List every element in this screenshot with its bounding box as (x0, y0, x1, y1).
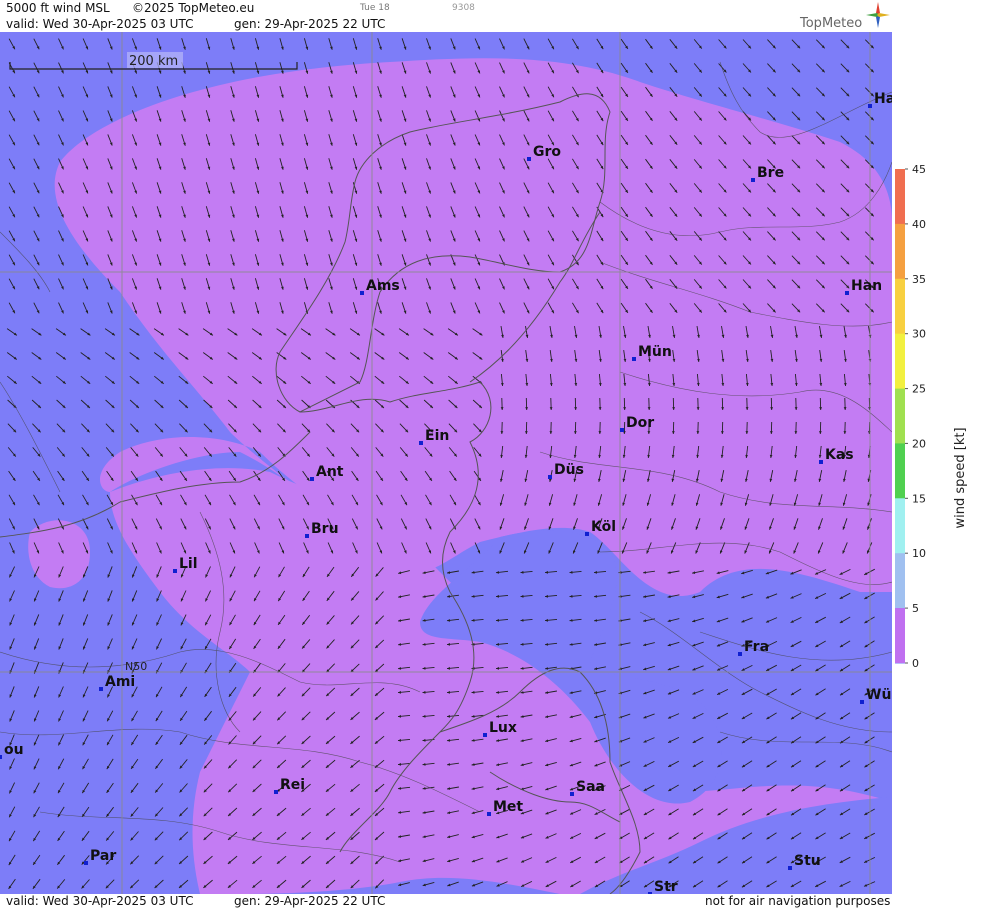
compass-logo-icon (866, 2, 890, 28)
legend-color-bands (895, 169, 905, 664)
legend-color-band (895, 389, 905, 444)
legend-tick-label: 5 (912, 602, 919, 615)
legend-title: wind speed [kt] (953, 427, 968, 528)
city-marker (548, 475, 552, 479)
city-marker (173, 569, 177, 573)
city-marker (788, 866, 792, 870)
city-marker (99, 687, 103, 691)
legend-color-band (895, 608, 905, 663)
city-label: Lux (489, 720, 517, 736)
legend-tick-label: 40 (912, 218, 926, 231)
city-marker (483, 733, 487, 737)
map-header: 5000 ft wind MSL ©2025 TopMeteo.eu Tue 1… (0, 0, 892, 32)
city-label: Gro (533, 144, 561, 160)
city-marker (310, 477, 314, 481)
city-marker (274, 790, 278, 794)
legend-color-band (895, 443, 905, 498)
wind-speed-legend: 45 40 35 30 25 20 15 10 5 0 wind speed [kt] (892, 0, 983, 909)
legend-tick-labels: 45 40 35 30 25 20 15 10 5 0 (905, 163, 926, 670)
footer-valid-time: valid: Wed 30-Apr-2025 03 UTC (6, 894, 193, 908)
city-label: Ant (316, 464, 344, 480)
city-label: Par (90, 848, 116, 864)
city-marker (868, 104, 872, 108)
city-label: Köl (591, 519, 616, 535)
city-marker (819, 460, 823, 464)
city-marker (84, 861, 88, 865)
generated-time: gen: 29-Apr-2025 22 UTC (234, 17, 385, 31)
city-label: ou (4, 742, 24, 758)
city-label: Wü (866, 687, 891, 703)
city-marker (570, 792, 574, 796)
city-marker (585, 532, 589, 536)
city-marker (527, 157, 531, 161)
city-label: Lil (179, 556, 198, 572)
wind-map: 200 km N50 Ha Gro Bre Ams Han Mün Ein Dor Ant Düs… (0, 32, 892, 894)
scale-bar-label: 200 km (129, 54, 178, 69)
legend-tick-label: 25 (912, 383, 926, 396)
legend-tick-label: 30 (912, 328, 926, 341)
city-label: Ha (874, 91, 892, 107)
city-label: Han (851, 278, 882, 294)
product-title: 5000 ft wind MSL (6, 1, 110, 15)
legend-color-band (895, 498, 905, 553)
city-label: Met (493, 799, 523, 815)
city-label: Ein (425, 428, 449, 444)
logo-text: TopMeteo (800, 16, 862, 31)
city-marker (419, 441, 423, 445)
city-label: Kas (825, 447, 854, 463)
legend-color-band (895, 279, 905, 334)
city-marker (0, 755, 2, 759)
legend-color-band (895, 334, 905, 389)
city-marker (360, 291, 364, 295)
city-label: Str (654, 879, 678, 894)
valid-time: valid: Wed 30-Apr-2025 03 UTC (6, 17, 193, 31)
legend-color-band (895, 224, 905, 279)
city-marker (751, 178, 755, 182)
run-tag: Tue 18 (360, 3, 390, 13)
city-label: Stu (794, 853, 821, 869)
city-marker (487, 812, 491, 816)
image-code: 9308 (452, 3, 475, 13)
city-label: Saa (576, 779, 605, 795)
legend-colorbar: 45 40 35 30 25 20 15 10 5 0 wind speed [kt] (892, 0, 983, 909)
city-marker (860, 700, 864, 704)
footer-disclaimer: not for air navigation purposes (705, 894, 890, 908)
city-label: Ami (105, 674, 135, 690)
legend-color-band (895, 169, 905, 224)
legend-tick-label: 15 (912, 492, 926, 505)
legend-color-band (895, 553, 905, 608)
city-marker (620, 428, 624, 432)
legend-tick-label: 45 (912, 163, 926, 176)
city-label: Bre (757, 165, 784, 181)
city-label: Mün (638, 344, 672, 360)
footer-generated-time: gen: 29-Apr-2025 22 UTC (234, 894, 385, 908)
city-marker (632, 357, 636, 361)
latitude-label: N50 (125, 660, 147, 673)
city-marker (738, 652, 742, 656)
city-marker (305, 534, 309, 538)
legend-tick-label: 10 (912, 547, 926, 560)
legend-tick-label: 35 (912, 273, 926, 286)
map-footer: valid: Wed 30-Apr-2025 03 UTC gen: 29-Ap… (0, 894, 892, 909)
city-label: Düs (554, 462, 584, 478)
legend-tick-label: 20 (912, 437, 926, 450)
city-label: Rei (280, 777, 305, 793)
city-label: Bru (311, 521, 339, 537)
city-label: Ams (366, 278, 400, 294)
copyright-text: ©2025 TopMeteo.eu (132, 1, 254, 15)
city-marker (845, 291, 849, 295)
legend-tick-label: 0 (912, 657, 919, 670)
city-label: Dor (626, 415, 654, 431)
city-label: Fra (744, 639, 769, 655)
